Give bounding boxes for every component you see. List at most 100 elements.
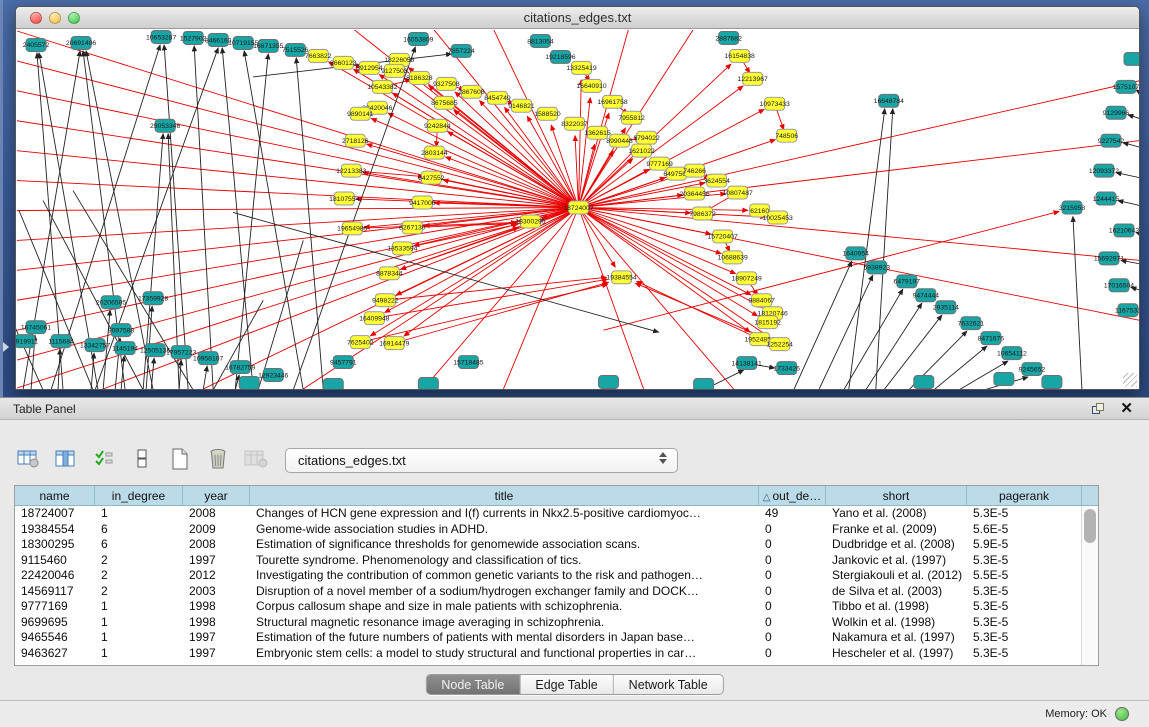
table-cell[interactable]: 1: [95, 630, 183, 646]
graph-node[interactable]: 8660123: [330, 56, 357, 69]
table-cell[interactable]: Nakamura et al. (1997): [826, 630, 967, 646]
table-cell[interactable]: 5.3E-5: [967, 584, 1082, 600]
graph-node[interactable]: 7515526: [282, 43, 309, 56]
table-cell[interactable]: 0: [759, 615, 826, 631]
edge[interactable]: [213, 300, 263, 389]
graph-node[interactable]: 8186328: [406, 71, 433, 84]
table-row[interactable]: 1872400712008Changes of HCN gene express…: [15, 506, 1098, 522]
graph-node[interactable]: 16914479: [379, 337, 409, 350]
graph-node[interactable]: 15718485: [453, 356, 483, 369]
graph-node[interactable]: 7857224: [448, 44, 475, 57]
table-cell[interactable]: 1998: [183, 599, 250, 615]
graph-node[interactable]: 8878344: [376, 267, 403, 280]
graph-node[interactable]: 3624554: [703, 174, 730, 187]
table-cell[interactable]: 18724007: [15, 506, 95, 522]
table-cell[interactable]: 49: [759, 506, 826, 522]
edge[interactable]: [58, 349, 60, 389]
graph-node[interactable]: 10653287: [146, 30, 176, 43]
graph-node[interactable]: [239, 377, 259, 389]
graph-node[interactable]: 19384554: [606, 271, 636, 284]
table-row[interactable]: 1830029562008Estimation of significance …: [15, 537, 1098, 553]
graph-node[interactable]: 9427552: [418, 171, 445, 184]
graph-node[interactable]: 14138141: [732, 357, 762, 370]
table-cell[interactable]: 6: [95, 522, 183, 538]
table-cell[interactable]: 1997: [183, 553, 250, 569]
graph-node[interactable]: [418, 378, 438, 389]
edge[interactable]: [579, 208, 750, 333]
table-cell[interactable]: 1: [95, 646, 183, 662]
edge[interactable]: [203, 366, 207, 389]
graph-node[interactable]: 1252254: [766, 338, 793, 351]
graph-node[interactable]: 9127503: [381, 64, 408, 77]
graph-node[interactable]: [323, 379, 343, 389]
table-cell[interactable]: 5.6E-5: [967, 522, 1082, 538]
graph-node[interactable]: [994, 373, 1014, 386]
import-table-icon[interactable]: [242, 445, 270, 473]
table-cell[interactable]: 0: [759, 553, 826, 569]
edge[interactable]: [579, 208, 644, 389]
table-cell[interactable]: 1: [95, 506, 183, 522]
table-cell[interactable]: 2: [95, 584, 183, 600]
graph-node[interactable]: 1145194: [112, 342, 138, 355]
edge[interactable]: [1128, 115, 1139, 123]
new-document-icon[interactable]: [166, 445, 194, 473]
graph-node[interactable]: 9474444: [913, 289, 940, 302]
table-cell[interactable]: Jankovic et al. (1997): [826, 553, 967, 569]
memory-status-indicator[interactable]: [1115, 707, 1129, 721]
graph-node[interactable]: [914, 376, 934, 389]
table-row[interactable]: 1456911722003Disruption of a novel membe…: [15, 584, 1098, 600]
graph-node[interactable]: 9129966: [1103, 106, 1130, 119]
column-header-in_degree[interactable]: in_degree: [95, 486, 183, 505]
table-cell[interactable]: 1997: [183, 630, 250, 646]
edge[interactable]: [194, 46, 213, 389]
table-cell[interactable]: 5.3E-5: [967, 646, 1082, 662]
table-cell[interactable]: 2008: [183, 506, 250, 522]
graph-node[interactable]: 19654985: [337, 222, 367, 235]
graph-node[interactable]: 1640954: [843, 247, 870, 260]
graph-node[interactable]: 16648784: [874, 94, 904, 107]
table-row[interactable]: 946362711997Embryonic stem cells: a mode…: [15, 646, 1098, 662]
vertical-scrollbar[interactable]: [1081, 506, 1098, 665]
table-cell[interactable]: de Silva et al. (2003): [826, 584, 967, 600]
graph-node[interactable]: 18107554: [329, 192, 359, 205]
graph-node[interactable]: 12213383: [336, 164, 366, 177]
column-icon[interactable]: [128, 445, 156, 473]
graph-node[interactable]: 1621022: [628, 144, 655, 157]
graph-node[interactable]: 1575107: [1113, 80, 1139, 93]
graph-node[interactable]: 10807487: [723, 186, 753, 199]
table-cell[interactable]: 1: [95, 599, 183, 615]
edge[interactable]: [454, 110, 579, 207]
graph-node[interactable]: 9227542: [1098, 134, 1125, 147]
graph-node[interactable]: 20364456: [679, 187, 709, 200]
tab-node-table[interactable]: Node Table: [426, 675, 520, 694]
table-cell[interactable]: 5.3E-5: [967, 615, 1082, 631]
table-cell[interactable]: 9463627: [15, 646, 95, 662]
edge[interactable]: [844, 289, 903, 389]
edge[interactable]: [164, 45, 188, 389]
table-cell[interactable]: 14569117: [15, 584, 95, 600]
tab-network-table[interactable]: Network Table: [614, 675, 723, 694]
graph-node[interactable]: 16745061: [21, 321, 51, 334]
graph-node[interactable]: 16210643: [1109, 224, 1139, 237]
edge[interactable]: [866, 303, 922, 389]
window-resize-grip[interactable]: [1123, 373, 1137, 387]
tab-edge-table[interactable]: Edge Table: [520, 675, 613, 694]
table-cell[interactable]: 5.5E-5: [967, 568, 1082, 584]
graph-node[interactable]: 16961758: [597, 95, 627, 108]
close-panel-icon[interactable]: ✕: [1120, 400, 1133, 418]
table-cell[interactable]: Embryonic stem cells: a model to study s…: [250, 646, 759, 662]
table-cell[interactable]: 1998: [183, 615, 250, 631]
graph-node[interactable]: 9457791: [330, 356, 357, 369]
edge[interactable]: [446, 157, 579, 208]
graph-node[interactable]: 16154838: [725, 49, 755, 62]
graph-node[interactable]: 8322037: [561, 117, 588, 130]
graph-node[interactable]: 2803144: [421, 146, 448, 159]
table-cell[interactable]: 0: [759, 646, 826, 662]
edge[interactable]: [579, 144, 595, 207]
graph-node[interactable]: 2887682: [715, 31, 742, 44]
graph-node[interactable]: 8813054: [527, 34, 554, 47]
table-cell[interactable]: 0: [759, 537, 826, 553]
graph-node[interactable]: 12923446: [258, 369, 288, 382]
table-cell[interactable]: 5.3E-5: [967, 599, 1082, 615]
table-cell[interactable]: 6: [95, 537, 183, 553]
